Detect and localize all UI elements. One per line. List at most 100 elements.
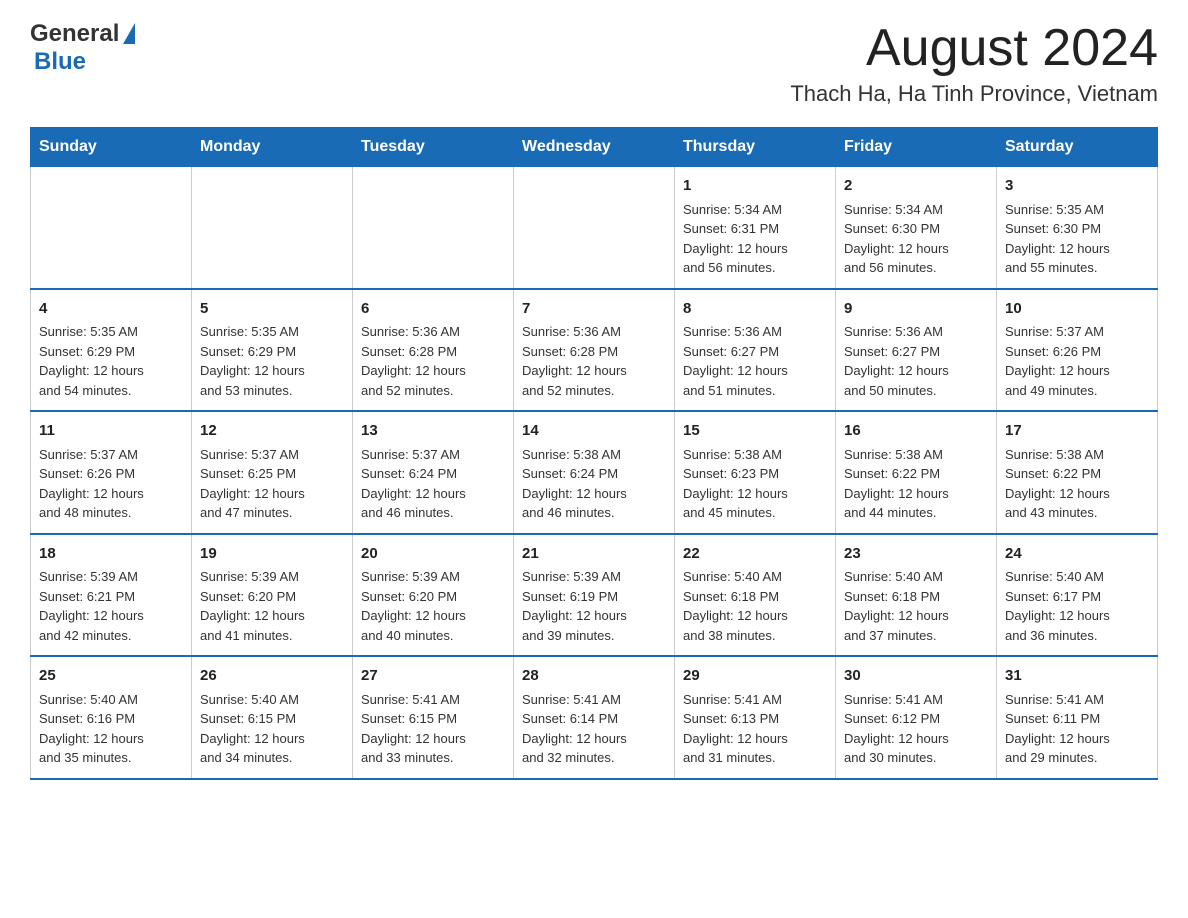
calendar-cell: 16 Sunrise: 5:38 AM Sunset: 6:22 PM Dayli…: [836, 411, 997, 534]
day-number: 27: [361, 665, 505, 688]
day-number: 5: [200, 298, 344, 321]
day-info: Sunrise: 5:40 AM Sunset: 6:15 PM Dayligh…: [200, 692, 305, 766]
day-info: Sunrise: 5:40 AM Sunset: 6:17 PM Dayligh…: [1005, 569, 1110, 643]
day-number: 20: [361, 543, 505, 566]
day-info: Sunrise: 5:39 AM Sunset: 6:20 PM Dayligh…: [200, 569, 305, 643]
day-number: 24: [1005, 543, 1149, 566]
calendar-cell: 25Sunrise: 5:40 AM Sunset: 6:16 PM Dayli…: [31, 656, 192, 779]
day-info: Sunrise: 5:34 AM Sunset: 6:30 PM Dayligh…: [844, 202, 949, 276]
calendar-cell: 24 Sunrise: 5:40 AM Sunset: 6:17 PM Dayli…: [997, 534, 1158, 657]
calendar-cell: 19 Sunrise: 5:39 AM Sunset: 6:20 PM Dayli…: [192, 534, 353, 657]
calendar-cell: 12 Sunrise: 5:37 AM Sunset: 6:25 PM Dayli…: [192, 411, 353, 534]
day-info: Sunrise: 5:41 AM Sunset: 6:14 PM Dayligh…: [522, 692, 627, 766]
day-number: 19: [200, 543, 344, 566]
calendar-week-1: 1 Sunrise: 5:34 AM Sunset: 6:31 PM Daylig…: [31, 167, 1158, 289]
day-number: 9: [844, 298, 988, 321]
day-info: Sunrise: 5:35 AM Sunset: 6:30 PM Dayligh…: [1005, 202, 1110, 276]
calendar-cell: 20 Sunrise: 5:39 AM Sunset: 6:20 PM Dayli…: [353, 534, 514, 657]
calendar-cell: 1 Sunrise: 5:34 AM Sunset: 6:31 PM Daylig…: [675, 167, 836, 289]
calendar-cell: 6Sunrise: 5:36 AM Sunset: 6:28 PM Daylig…: [353, 289, 514, 412]
day-number: 18: [39, 543, 183, 566]
calendar-cell: 18 Sunrise: 5:39 AM Sunset: 6:21 PM Dayli…: [31, 534, 192, 657]
weekday-header-sunday: Sunday: [31, 128, 192, 167]
day-info: Sunrise: 5:37 AM Sunset: 6:26 PM Dayligh…: [39, 447, 144, 521]
day-number: 16: [844, 420, 988, 443]
day-info: Sunrise: 5:38 AM Sunset: 6:22 PM Dayligh…: [844, 447, 949, 521]
day-number: 15: [683, 420, 827, 443]
day-number: 13: [361, 420, 505, 443]
day-number: 30: [844, 665, 988, 688]
calendar-cell: 8Sunrise: 5:36 AM Sunset: 6:27 PM Daylig…: [675, 289, 836, 412]
page-header: General Blue August 2024 Thach Ha, Ha Ti…: [30, 20, 1158, 107]
weekday-header-tuesday: Tuesday: [353, 128, 514, 167]
calendar-cell: 30 Sunrise: 5:41 AM Sunset: 6:12 PM Dayli…: [836, 656, 997, 779]
day-info: Sunrise: 5:35 AM Sunset: 6:29 PM Dayligh…: [200, 324, 305, 398]
day-info: Sunrise: 5:41 AM Sunset: 6:12 PM Dayligh…: [844, 692, 949, 766]
day-number: 17: [1005, 420, 1149, 443]
calendar-cell: 14 Sunrise: 5:38 AM Sunset: 6:24 PM Dayli…: [514, 411, 675, 534]
calendar-cell: 11 Sunrise: 5:37 AM Sunset: 6:26 PM Dayli…: [31, 411, 192, 534]
day-info: Sunrise: 5:36 AM Sunset: 6:27 PM Dayligh…: [844, 324, 949, 398]
weekday-header-thursday: Thursday: [675, 128, 836, 167]
day-number: 26: [200, 665, 344, 688]
logo: General Blue: [30, 20, 135, 76]
day-number: 10: [1005, 298, 1149, 321]
calendar-cell: 26 Sunrise: 5:40 AM Sunset: 6:15 PM Dayli…: [192, 656, 353, 779]
calendar-cell: 17Sunrise: 5:38 AM Sunset: 6:22 PM Dayli…: [997, 411, 1158, 534]
calendar-cell: 27 Sunrise: 5:41 AM Sunset: 6:15 PM Dayli…: [353, 656, 514, 779]
logo-blue-text: Blue: [34, 48, 86, 76]
calendar-cell: 4 Sunrise: 5:35 AM Sunset: 6:29 PM Daylig…: [31, 289, 192, 412]
calendar-cell: [31, 167, 192, 289]
day-info: Sunrise: 5:38 AM Sunset: 6:23 PM Dayligh…: [683, 447, 788, 521]
day-number: 1: [683, 175, 827, 198]
day-number: 11: [39, 420, 183, 443]
day-info: Sunrise: 5:34 AM Sunset: 6:31 PM Dayligh…: [683, 202, 788, 276]
day-number: 31: [1005, 665, 1149, 688]
day-number: 12: [200, 420, 344, 443]
day-info: Sunrise: 5:37 AM Sunset: 6:24 PM Dayligh…: [361, 447, 466, 521]
calendar-cell: 15 Sunrise: 5:38 AM Sunset: 6:23 PM Dayli…: [675, 411, 836, 534]
day-info: Sunrise: 5:41 AM Sunset: 6:13 PM Dayligh…: [683, 692, 788, 766]
day-number: 14: [522, 420, 666, 443]
logo-general-text: General: [30, 20, 119, 48]
day-info: Sunrise: 5:41 AM Sunset: 6:11 PM Dayligh…: [1005, 692, 1110, 766]
day-info: Sunrise: 5:40 AM Sunset: 6:18 PM Dayligh…: [683, 569, 788, 643]
day-number: 28: [522, 665, 666, 688]
day-number: 6: [361, 298, 505, 321]
day-info: Sunrise: 5:41 AM Sunset: 6:15 PM Dayligh…: [361, 692, 466, 766]
day-number: 23: [844, 543, 988, 566]
calendar-cell: 21 Sunrise: 5:39 AM Sunset: 6:19 PM Dayli…: [514, 534, 675, 657]
location-subtitle: Thach Ha, Ha Tinh Province, Vietnam: [790, 81, 1158, 107]
calendar-cell: 13 Sunrise: 5:37 AM Sunset: 6:24 PM Dayli…: [353, 411, 514, 534]
calendar-cell: 10 Sunrise: 5:37 AM Sunset: 6:26 PM Dayli…: [997, 289, 1158, 412]
weekday-header-monday: Monday: [192, 128, 353, 167]
day-info: Sunrise: 5:38 AM Sunset: 6:24 PM Dayligh…: [522, 447, 627, 521]
calendar-cell: [353, 167, 514, 289]
calendar-cell: 29Sunrise: 5:41 AM Sunset: 6:13 PM Dayli…: [675, 656, 836, 779]
month-year-title: August 2024: [790, 20, 1158, 77]
weekday-header-wednesday: Wednesday: [514, 128, 675, 167]
weekday-header-row: SundayMondayTuesdayWednesdayThursdayFrid…: [31, 128, 1158, 167]
day-info: Sunrise: 5:39 AM Sunset: 6:20 PM Dayligh…: [361, 569, 466, 643]
calendar-week-5: 25Sunrise: 5:40 AM Sunset: 6:16 PM Dayli…: [31, 656, 1158, 779]
day-info: Sunrise: 5:36 AM Sunset: 6:27 PM Dayligh…: [683, 324, 788, 398]
calendar-cell: 31 Sunrise: 5:41 AM Sunset: 6:11 PM Dayli…: [997, 656, 1158, 779]
day-info: Sunrise: 5:39 AM Sunset: 6:21 PM Dayligh…: [39, 569, 144, 643]
title-section: August 2024 Thach Ha, Ha Tinh Province, …: [790, 20, 1158, 107]
calendar-cell: 28 Sunrise: 5:41 AM Sunset: 6:14 PM Dayli…: [514, 656, 675, 779]
day-info: Sunrise: 5:36 AM Sunset: 6:28 PM Dayligh…: [522, 324, 627, 398]
day-number: 21: [522, 543, 666, 566]
day-number: 2: [844, 175, 988, 198]
day-info: Sunrise: 5:37 AM Sunset: 6:26 PM Dayligh…: [1005, 324, 1110, 398]
day-number: 22: [683, 543, 827, 566]
day-number: 25: [39, 665, 183, 688]
calendar-table: SundayMondayTuesdayWednesdayThursdayFrid…: [30, 127, 1158, 780]
day-info: Sunrise: 5:39 AM Sunset: 6:19 PM Dayligh…: [522, 569, 627, 643]
calendar-cell: 5 Sunrise: 5:35 AM Sunset: 6:29 PM Daylig…: [192, 289, 353, 412]
day-info: Sunrise: 5:35 AM Sunset: 6:29 PM Dayligh…: [39, 324, 144, 398]
calendar-cell: 9 Sunrise: 5:36 AM Sunset: 6:27 PM Daylig…: [836, 289, 997, 412]
logo-triangle-icon: [123, 23, 135, 44]
day-info: Sunrise: 5:37 AM Sunset: 6:25 PM Dayligh…: [200, 447, 305, 521]
day-info: Sunrise: 5:40 AM Sunset: 6:18 PM Dayligh…: [844, 569, 949, 643]
day-number: 4: [39, 298, 183, 321]
